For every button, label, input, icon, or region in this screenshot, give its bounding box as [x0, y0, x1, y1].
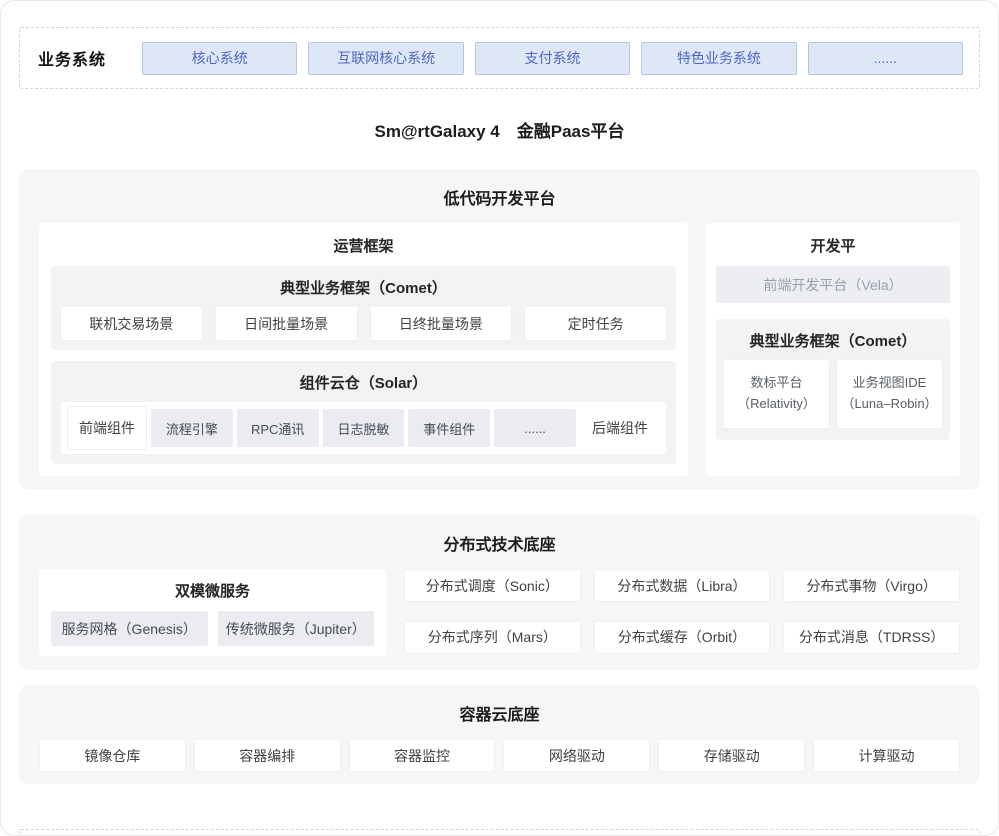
business-systems-band: 业务系统 核心系统 互联网核心系统 支付系统 特色业务系统 ......: [19, 27, 980, 89]
component-chip: 日志脱敏: [323, 409, 405, 447]
component-chip: 流程引擎: [151, 409, 233, 447]
dual-mode-microservice-panel: 双模微服务 服务网格（Genesis） 传统微服务（Jupiter）: [39, 569, 386, 656]
solar-warehouse-box: 组件云仓（Solar） 前端组件 流程引擎 RPC通讯 日志脱敏 事件组件 ..…: [51, 361, 676, 464]
tool-code: （Luna–Robin）: [841, 394, 937, 415]
container-cell: 镜像仓库: [39, 739, 186, 772]
low-code-platform-title: 低代码开发平台: [39, 185, 960, 209]
operation-framework-title: 运营框架: [51, 235, 676, 256]
distributed-row: 双模微服务 服务网格（Genesis） 传统微服务（Jupiter） 分布式调度…: [39, 569, 960, 656]
component-chip: ......: [494, 409, 576, 447]
business-system-box: 核心系统: [142, 42, 297, 75]
dev-comet-framework-box: 典型业务框架（Comet） 数标平台 （Relativity） 业务视图IDE …: [716, 319, 950, 440]
scene-cell: 日间批量场景: [216, 307, 357, 340]
operation-framework-panel: 运营框架 典型业务框架（Comet） 联机交易场景 日间批量场景 日终批量场景 …: [39, 223, 688, 476]
frontend-component-cell: 前端组件: [67, 406, 147, 450]
dev-comet-tools-row: 数标平台 （Relativity） 业务视图IDE （Luna–Robin）: [724, 360, 942, 428]
tool-cell-luna-robin: 业务视图IDE （Luna–Robin）: [837, 360, 942, 428]
container-base-title: 容器云底座: [39, 701, 960, 725]
solar-warehouse-title: 组件云仓（Solar）: [61, 372, 666, 393]
tool-name: 业务视图IDE: [853, 373, 927, 394]
container-cell: 容器监控: [349, 739, 496, 772]
container-cell: 存储驱动: [658, 739, 805, 772]
solar-components-strip: 前端组件 流程引擎 RPC通讯 日志脱敏 事件组件 ...... 后端组件: [61, 402, 666, 454]
tool-cell-relativity: 数标平台 （Relativity）: [724, 360, 829, 428]
service-mesh-chip: 服务网格（Genesis）: [51, 611, 208, 646]
low-code-panels-row: 运营框架 典型业务框架（Comet） 联机交易场景 日间批量场景 日终批量场景 …: [39, 223, 960, 476]
tool-name: 数标平台: [750, 373, 802, 394]
business-systems-items: 核心系统 互联网核心系统 支付系统 特色业务系统 ......: [142, 42, 963, 75]
scene-cell: 联机交易场景: [61, 307, 202, 340]
container-cells-row: 镜像仓库 容器编排 容器监控 网络驱动 存储驱动 计算驱动: [39, 739, 960, 772]
business-system-box: 互联网核心系统: [308, 42, 463, 75]
component-chip: RPC通讯: [237, 409, 319, 447]
container-base-section: 容器云底座 镜像仓库 容器编排 容器监控 网络驱动 存储驱动 计算驱动: [19, 685, 980, 784]
distributed-service-cell: 分布式调度（Sonic）: [404, 569, 581, 602]
container-cell: 计算驱动: [813, 739, 960, 772]
dual-mode-microservice-title: 双模微服务: [51, 580, 374, 601]
comet-scenes-row: 联机交易场景 日间批量场景 日终批量场景 定时任务: [61, 307, 666, 340]
vela-frontend-platform-chip: 前端开发平台（Vela）: [716, 266, 950, 303]
dev-platform-panel: 开发平 前端开发平台（Vela） 典型业务框架（Comet） 数标平台 （Rel…: [706, 223, 960, 476]
distributed-base-section: 分布式技术底座 双模微服务 服务网格（Genesis） 传统微服务（Jupite…: [19, 515, 980, 670]
tool-code: （Relativity）: [737, 394, 816, 415]
dev-platform-title: 开发平: [716, 235, 950, 256]
comet-framework-title: 典型业务框架（Comet）: [61, 277, 666, 298]
distributed-service-cell: 分布式序列（Mars）: [404, 621, 581, 654]
distributed-services-grid: 分布式调度（Sonic） 分布式数据（Libra） 分布式事物（Virgo） 分…: [404, 569, 960, 656]
comet-framework-box: 典型业务框架（Comet） 联机交易场景 日间批量场景 日终批量场景 定时任务: [51, 266, 676, 350]
container-cell: 网络驱动: [503, 739, 650, 772]
business-system-box: 支付系统: [475, 42, 630, 75]
business-system-box: ......: [808, 42, 963, 75]
page-title: Sm@rtGalaxy 4 金融Paas平台: [19, 117, 980, 142]
distributed-service-cell: 分布式消息（TDRSS）: [783, 621, 960, 654]
business-systems-label: 业务系统: [38, 46, 142, 70]
dual-mode-chips-row: 服务网格（Genesis） 传统微服务（Jupiter）: [51, 611, 374, 646]
backend-component-label: 后端组件: [580, 418, 660, 438]
distributed-service-cell: 分布式事物（Virgo）: [783, 569, 960, 602]
distributed-service-cell: 分布式缓存（Orbit）: [594, 621, 771, 654]
distributed-base-title: 分布式技术底座: [39, 531, 960, 555]
business-system-box: 特色业务系统: [641, 42, 796, 75]
scene-cell: 定时任务: [525, 307, 666, 340]
component-chip: 事件组件: [408, 409, 490, 447]
low-code-platform-section: 低代码开发平台 运营框架 典型业务框架（Comet） 联机交易场景 日间批量场景…: [19, 169, 980, 490]
dev-comet-framework-title: 典型业务框架（Comet）: [724, 330, 942, 351]
scene-cell: 日终批量场景: [371, 307, 512, 340]
infrastructure-band: 基础设施 物理机 虚拟机 私有云 公有云 国产化硬件: [19, 829, 980, 836]
distributed-service-cell: 分布式数据（Libra）: [594, 569, 771, 602]
container-cell: 容器编排: [194, 739, 341, 772]
architecture-diagram-page: 业务系统 核心系统 互联网核心系统 支付系统 特色业务系统 ...... Sm@…: [0, 0, 999, 836]
traditional-microservice-chip: 传统微服务（Jupiter）: [218, 611, 375, 646]
